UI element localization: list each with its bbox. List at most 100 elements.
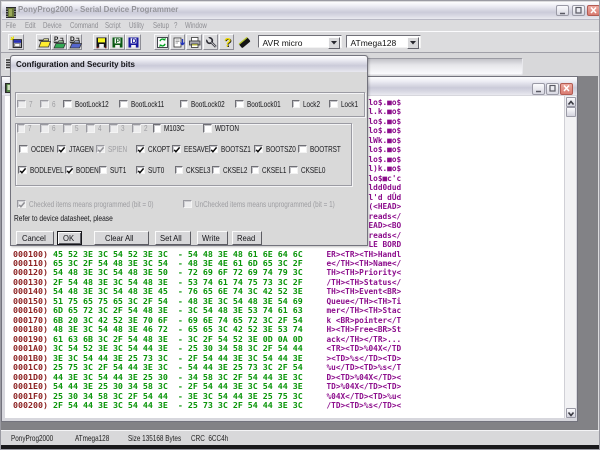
help-button[interactable]: ??: [219, 34, 235, 50]
save-file-button[interactable]: [93, 34, 109, 50]
menu-help[interactable]: ?: [174, 20, 177, 30]
config-security-dialog: Configuration and Security bits Refer to…: [10, 55, 368, 246]
hex-ascii: /TD><TD>%s</TD><: [327, 401, 402, 411]
fuse-checkbox-m103c[interactable]: [153, 124, 162, 133]
menu-window[interactable]: Window: [185, 20, 207, 30]
scroll-thumb[interactable]: [566, 107, 576, 117]
fuse-checkbox-bodlevel[interactable]: [18, 166, 27, 175]
read-device-button[interactable]: [170, 34, 186, 50]
fuse-checkbox-cksel0[interactable]: [289, 166, 298, 175]
fuse-label: Lock1: [341, 99, 358, 109]
cancel-button[interactable]: Cancel: [16, 231, 54, 245]
fuse-checkbox-bootrst[interactable]: [298, 145, 307, 154]
set-all-button[interactable]: Set All: [155, 231, 191, 245]
write-button[interactable]: Write: [197, 231, 228, 245]
hex-ascii: %u</TD><TD>%s</T: [327, 363, 402, 373]
fuse-label: 2: [144, 123, 148, 133]
note-checkbox-uncheckeditemsmeansunprogrammedbit1: [183, 200, 192, 209]
fuse-checkbox-wdton[interactable]: [203, 124, 212, 133]
fuse-checkbox-bootlock01[interactable]: [235, 100, 244, 109]
hex-ascii: D><TD>%04X</TD><: [327, 373, 402, 383]
hex-ascii: TD>%04X</TD><TD>: [327, 382, 402, 392]
ponyprog-logo-icon: [6, 7, 16, 18]
menu-device[interactable]: Device: [43, 20, 62, 30]
menu-file[interactable]: File: [6, 20, 16, 30]
fuse-checkbox-lock2[interactable]: [292, 100, 301, 109]
hex-ascii: e</TH><TH>Name</: [327, 259, 402, 269]
menu-setup[interactable]: Setup: [153, 20, 169, 30]
vertical-scrollbar[interactable]: [564, 96, 576, 418]
menu-edit[interactable]: Edit: [25, 20, 36, 30]
window-bottom-edge: [1, 445, 600, 450]
menu-command[interactable]: Command: [70, 20, 98, 30]
fuse-checkbox-6: [40, 124, 49, 133]
hex-close-button[interactable]: [560, 83, 573, 95]
print-icon: [188, 36, 201, 49]
ok-button[interactable]: OK: [57, 231, 82, 245]
button-label: Cancel: [22, 232, 46, 244]
chip-button[interactable]: [236, 34, 252, 50]
combo-arrow-button[interactable]: [407, 37, 419, 49]
fuse-label: CKSEL1: [262, 165, 286, 175]
fuse-checkbox-eesave[interactable]: [172, 145, 181, 154]
fuse-checkbox-bootlock12[interactable]: [63, 100, 72, 109]
fuse-checkbox-6: [40, 100, 49, 109]
fuse-checkbox-cksel2[interactable]: [212, 166, 221, 175]
maximize-button[interactable]: [572, 5, 585, 17]
fuse-checkbox-bootsz0[interactable]: [254, 145, 263, 154]
hex-maximize-button[interactable]: [546, 83, 559, 95]
fuse-checkbox-ocden[interactable]: [19, 145, 28, 154]
clear-all-button[interactable]: Clear All: [94, 231, 149, 245]
hex-ascii: mer</TH><TH>Stac: [327, 306, 402, 316]
menu-utility[interactable]: Utility: [129, 20, 144, 30]
scroll-down-button[interactable]: [566, 408, 576, 418]
hex-minimize-button[interactable]: [532, 83, 545, 95]
reload-icon: [156, 36, 169, 49]
hex-ascii: <TR><TD>%04X</TD: [327, 344, 402, 354]
print-button[interactable]: [186, 34, 202, 50]
dialog-titlebar: Configuration and Security bits: [11, 56, 367, 73]
fuse-checkbox-cksel3[interactable]: [175, 166, 184, 175]
fuse-checkbox-bootlock11[interactable]: [119, 100, 128, 109]
reload-button[interactable]: [154, 34, 170, 50]
hex-ascii: TH><TH>Priority<: [327, 268, 402, 278]
save-data-file-button[interactable]: D: [125, 34, 141, 50]
fuse-label: SUT1: [110, 165, 126, 175]
device-family-combo[interactable]: AVR micro: [258, 35, 342, 48]
setup-button[interactable]: [203, 34, 219, 50]
combo-arrow-button[interactable]: [328, 37, 340, 49]
new-window-button[interactable]: [8, 34, 24, 50]
open-file-button[interactable]: [36, 34, 52, 50]
toolbar: AVR micro ATmega128 PDPD??: [2, 31, 599, 53]
scroll-up-button[interactable]: [566, 97, 576, 107]
fuse-checkbox-bootlock02[interactable]: [180, 100, 189, 109]
status-item: CRC 6CC4h: [191, 433, 228, 443]
hex-address: 000200): [13, 401, 48, 411]
fuse-checkbox-sut1[interactable]: [99, 166, 108, 175]
save-program-file-icon: P: [111, 36, 124, 49]
ponyprog-window: PonyProg2000 - Serial Device Programmer …: [0, 0, 600, 450]
close-button[interactable]: [587, 5, 600, 17]
hex-ascii: ack</TH></TR>...: [327, 335, 402, 345]
device-type-combo[interactable]: ATmega128: [346, 35, 421, 48]
fuse-checkbox-bootsz1[interactable]: [209, 145, 218, 154]
fuse-label: M103C: [164, 123, 185, 133]
dialog-title: Configuration and Security bits: [16, 59, 135, 69]
fuse-checkbox-sut0[interactable]: [136, 166, 145, 175]
open-program-file-button[interactable]: P: [51, 34, 67, 50]
fuse-checkbox-lock1[interactable]: [329, 100, 338, 109]
read-button[interactable]: Read: [232, 231, 262, 245]
fuse-checkbox-ckopt[interactable]: [136, 145, 145, 154]
open-data-file-button[interactable]: D: [67, 34, 83, 50]
fuse-checkbox-boden[interactable]: [65, 166, 74, 175]
fuse-checkbox-jtagen[interactable]: [57, 145, 66, 154]
button-label: OK: [63, 232, 74, 244]
save-program-file-button[interactable]: P: [109, 34, 125, 50]
combo-arrow-icon: [330, 40, 338, 46]
menu-script[interactable]: Script: [105, 20, 121, 30]
minimize-button[interactable]: [556, 5, 569, 17]
svg-text:?: ?: [224, 36, 231, 49]
fuse-checkbox-cksel1[interactable]: [251, 166, 260, 175]
fuse-label: BOOTRST: [310, 144, 341, 154]
statusbar: PonyProg2000ATmega128Size 135168 BytesCR…: [1, 430, 600, 446]
